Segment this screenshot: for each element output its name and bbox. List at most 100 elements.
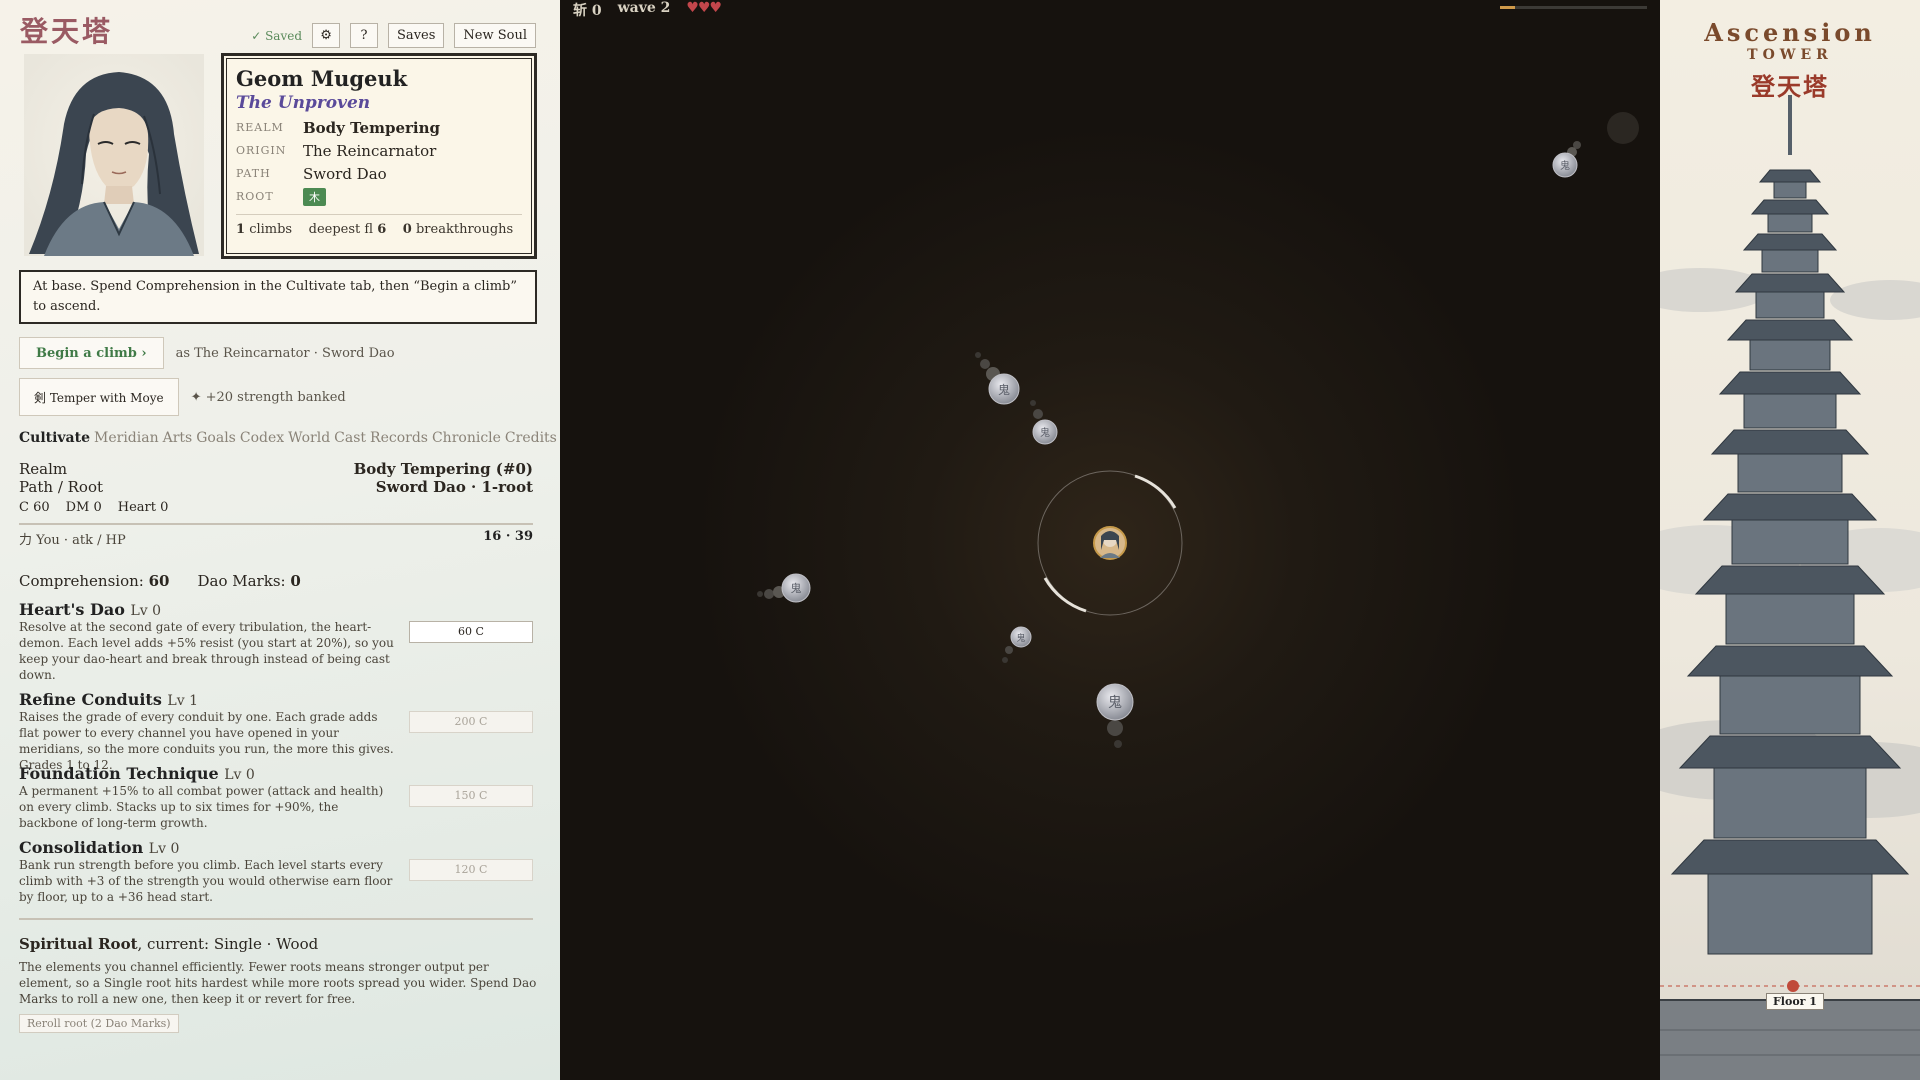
- climbs-count: 1: [236, 222, 246, 237]
- svg-text:鬼: 鬼: [1560, 159, 1570, 172]
- upgrade-title: Refine Conduits Lv 1: [19, 690, 533, 709]
- enemy-spirit: 鬼: [975, 352, 1020, 405]
- realm-value: Body Tempering: [303, 118, 440, 137]
- spiritual-root-heading: Spiritual Root, current: Single · Wood: [19, 935, 539, 953]
- sword-arc: [1043, 577, 1087, 613]
- tower-progress-panel: Ascension TOWER 登天塔 Floor 1: [1660, 0, 1920, 1080]
- character-panel: 登天塔 ✓ Saved ⚙ ? Saves New Soul Geom Muge…: [0, 0, 560, 1080]
- origin-value: The Reincarnator: [303, 141, 437, 160]
- reroll-root-button[interactable]: Reroll root (2 Dao Marks): [19, 1014, 179, 1033]
- stat-heart: Heart 0: [117, 500, 169, 515]
- svg-text:鬼: 鬼: [791, 581, 802, 595]
- upgrade-name: Refine Conduits: [19, 690, 162, 709]
- root-row: ROOT 木: [236, 187, 522, 206]
- root-badge: 木: [303, 187, 326, 206]
- tab-cultivate[interactable]: Cultivate: [19, 430, 90, 446]
- upgrade-desc: Bank run strength before you climb. Each…: [19, 858, 393, 904]
- climbs-label: climbs: [249, 222, 293, 237]
- tower-title-main: Ascension: [1704, 18, 1876, 47]
- tab-codex[interactable]: Codex: [240, 430, 284, 446]
- dao-marks: Dao Marks: 0: [197, 572, 300, 590]
- origin-row: ORIGIN The Reincarnator: [236, 141, 522, 160]
- settings-button[interactable]: ⚙: [312, 23, 341, 48]
- spiritual-root-current: , current: Single · Wood: [137, 935, 319, 953]
- tab-meridian[interactable]: Meridian: [94, 430, 159, 446]
- upgrade-title: Consolidation Lv 0: [19, 838, 533, 857]
- comprehension: Comprehension: 60: [19, 572, 169, 590]
- top-toolbar: ✓ Saved ⚙ ? Saves New Soul: [251, 23, 536, 48]
- stat-c: C 60: [19, 500, 50, 515]
- character-portrait: [24, 54, 204, 256]
- dao-marks-label: Dao Marks:: [197, 572, 286, 590]
- new-soul-button[interactable]: New Soul: [454, 23, 536, 48]
- tab-cast[interactable]: Cast: [334, 430, 366, 446]
- upgrade-desc: Resolve at the second gate of every trib…: [19, 620, 394, 682]
- tab-bar: Cultivate Meridian Arts Goals Codex Worl…: [19, 430, 557, 446]
- run-summary: 1 climbs deepest fl 6 0 breakthroughs: [236, 214, 522, 237]
- stat-atk-hp: 力 You · atk / HP 16 · 39: [19, 529, 533, 548]
- path-label: PATH: [236, 167, 271, 180]
- upgrade-level: Lv 0: [224, 767, 255, 783]
- dao-marks-value: 0: [290, 572, 301, 590]
- gear-icon: ⚙: [320, 28, 332, 43]
- temper-note: ✦ +20 strength banked: [190, 389, 346, 405]
- stat-realm: Realm Body Tempering (#0): [19, 460, 533, 478]
- upgrade-foundation-technique: Foundation Technique Lv 0 A permanent +1…: [19, 764, 533, 831]
- upgrade-consolidation: Consolidation Lv 0 Bank run strength bef…: [19, 838, 533, 905]
- character-epithet: The Unproven: [236, 93, 371, 113]
- tab-credits[interactable]: Credits: [505, 430, 557, 446]
- temper-button[interactable]: 剣 Temper with Moye: [19, 378, 179, 416]
- upgrade-level: Lv 1: [167, 693, 198, 709]
- tab-arts[interactable]: Arts: [163, 430, 193, 446]
- comprehension-value: 60: [148, 572, 170, 590]
- stat-atk-label: 力 You · atk / HP: [19, 533, 126, 548]
- tab-records[interactable]: Records: [370, 430, 428, 446]
- enemy-spirit: 鬼: [1552, 141, 1581, 178]
- enemy-spirit: 鬼: [757, 573, 811, 603]
- spiritual-root-section: Spiritual Root, current: Single · Wood T…: [19, 935, 539, 1033]
- help-button[interactable]: ?: [350, 23, 379, 48]
- svg-text:鬼: 鬼: [1040, 426, 1050, 439]
- upgrade-hearts-dao-buy-button[interactable]: 60 C: [409, 621, 533, 643]
- tab-world[interactable]: World: [288, 430, 330, 446]
- stat-dm: DM 0: [65, 500, 102, 515]
- upgrade-title: Heart's Dao Lv 0: [19, 600, 533, 619]
- begin-climb-button[interactable]: Begin a climb ›: [19, 337, 164, 369]
- stat-realm-label: Realm: [19, 460, 68, 478]
- origin-label: ORIGIN: [236, 144, 287, 157]
- stat-atk-value: 16 · 39: [483, 529, 533, 544]
- realm-label: REALM: [236, 121, 284, 134]
- sword-arc: [1134, 474, 1177, 509]
- stat-pathroot-value: Sword Dao · 1-root: [375, 478, 533, 496]
- saves-button[interactable]: Saves: [388, 23, 445, 48]
- deepest-floor: 6: [377, 222, 387, 237]
- upgrade-consolidation-buy-button[interactable]: 120 C: [409, 859, 533, 881]
- stat-resources: C 60 DM 0 Heart 0: [19, 500, 533, 515]
- battle-arena[interactable]: 斩 0 wave 2 ♥♥♥ 鬼 鬼 鬼 鬼 鬼 鬼: [560, 0, 1660, 1080]
- floor-label: Floor 1: [1766, 993, 1824, 1010]
- enemy-spirit: 鬼: [1096, 683, 1134, 748]
- tower-title-sub: TOWER: [1747, 47, 1833, 63]
- enemy-spirit: 鬼: [1030, 400, 1058, 445]
- upgrade-refine-conduits-buy-button[interactable]: 200 C: [409, 711, 533, 733]
- stat-pathroot: Path / Root Sword Dao · 1-root: [19, 478, 533, 496]
- enemy-spirit: 鬼: [1002, 626, 1032, 663]
- svg-text:鬼: 鬼: [1108, 695, 1122, 711]
- tower-title-chinese: 登天塔: [1751, 72, 1829, 101]
- upgrade-foundation-technique-buy-button[interactable]: 150 C: [409, 785, 533, 807]
- currency-row: Comprehension: 60 Dao Marks: 0: [19, 572, 301, 590]
- tower-title: Ascension TOWER 登天塔: [1660, 18, 1920, 102]
- tab-chronicle[interactable]: Chronicle: [432, 430, 501, 446]
- upgrade-title: Foundation Technique Lv 0: [19, 764, 533, 783]
- tower-illustration: [1660, 95, 1920, 1080]
- arena-canvas: 鬼 鬼 鬼 鬼 鬼 鬼: [757, 112, 1639, 748]
- stats-block: Realm Body Tempering (#0) Path / Root Sw…: [19, 460, 533, 548]
- tab-goals[interactable]: Goals: [196, 430, 236, 446]
- upgrade-level: Lv 0: [130, 603, 162, 619]
- current-floor-marker: [1787, 980, 1799, 992]
- stat-pathroot-label: Path / Root: [19, 478, 104, 496]
- realm-row: REALM Body Tempering: [236, 118, 522, 137]
- app-logo: 登天塔: [20, 15, 114, 48]
- stat-realm-value: Body Tempering (#0): [353, 460, 533, 478]
- character-name: Geom Mugeuk: [236, 66, 408, 91]
